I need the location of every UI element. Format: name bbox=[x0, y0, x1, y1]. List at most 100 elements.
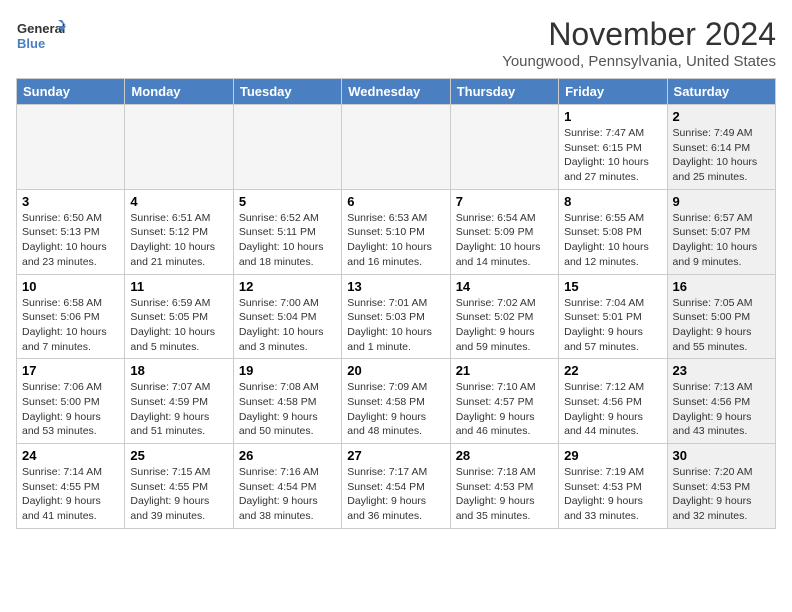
day-number: 9 bbox=[673, 194, 770, 209]
day-cell: 1 Sunrise: 7:47 AM Sunset: 6:15 PM Daylig… bbox=[559, 105, 667, 190]
day-cell: 17 Sunrise: 7:06 AM Sunset: 5:00 PM Dayli… bbox=[17, 359, 125, 444]
day-number: 18 bbox=[130, 363, 227, 378]
weekday-header: Sunday bbox=[17, 79, 125, 105]
day-number: 15 bbox=[564, 279, 661, 294]
day-number: 12 bbox=[239, 279, 336, 294]
day-info: Sunrise: 7:13 AM Sunset: 4:56 PM Dayligh… bbox=[673, 380, 770, 439]
day-cell: 23 Sunrise: 7:13 AM Sunset: 4:56 PM Dayli… bbox=[667, 359, 775, 444]
day-cell: 11 Sunrise: 6:59 AM Sunset: 5:05 PM Dayli… bbox=[125, 274, 233, 359]
day-cell: 21Sunrise: 7:10 AM Sunset: 4:57 PM Dayli… bbox=[450, 359, 558, 444]
day-cell: 29 Sunrise: 7:19 AM Sunset: 4:53 PM Dayli… bbox=[559, 444, 667, 529]
day-number: 26 bbox=[239, 448, 336, 463]
day-info: Sunrise: 7:02 AM Sunset: 5:02 PM Dayligh… bbox=[456, 296, 553, 355]
day-info: Sunrise: 7:07 AM Sunset: 4:59 PM Dayligh… bbox=[130, 380, 227, 439]
day-info: Sunrise: 6:54 AM Sunset: 5:09 PM Dayligh… bbox=[456, 211, 553, 270]
location-subtitle: Youngwood, Pennsylvania, United States bbox=[502, 53, 776, 70]
day-number: 28 bbox=[456, 448, 553, 463]
day-number: 19 bbox=[239, 363, 336, 378]
weekday-header: Friday bbox=[559, 79, 667, 105]
day-cell: 6 Sunrise: 6:53 AM Sunset: 5:10 PM Daylig… bbox=[342, 189, 450, 274]
calendar: SundayMondayTuesdayWednesdayThursdayFrid… bbox=[16, 78, 776, 529]
day-cell: 18 Sunrise: 7:07 AM Sunset: 4:59 PM Dayli… bbox=[125, 359, 233, 444]
day-info: Sunrise: 6:52 AM Sunset: 5:11 PM Dayligh… bbox=[239, 211, 336, 270]
day-cell: 9 Sunrise: 6:57 AM Sunset: 5:07 PM Daylig… bbox=[667, 189, 775, 274]
day-cell: 26 Sunrise: 7:16 AM Sunset: 4:54 PM Dayli… bbox=[233, 444, 341, 529]
day-number: 16 bbox=[673, 279, 770, 294]
day-number: 4 bbox=[130, 194, 227, 209]
weekday-header: Monday bbox=[125, 79, 233, 105]
empty-cell bbox=[450, 105, 558, 190]
day-number: 2 bbox=[673, 109, 770, 124]
day-number: 8 bbox=[564, 194, 661, 209]
day-number: 1 bbox=[564, 109, 661, 124]
day-info: Sunrise: 7:18 AM Sunset: 4:53 PM Dayligh… bbox=[456, 465, 553, 524]
logo-svg: General Blue bbox=[16, 16, 66, 60]
day-info: Sunrise: 7:00 AM Sunset: 5:04 PM Dayligh… bbox=[239, 296, 336, 355]
day-info: Sunrise: 7:49 AM Sunset: 6:14 PM Dayligh… bbox=[673, 126, 770, 185]
day-cell: 22Sunrise: 7:12 AM Sunset: 4:56 PM Dayli… bbox=[559, 359, 667, 444]
day-cell: 27 Sunrise: 7:17 AM Sunset: 4:54 PM Dayli… bbox=[342, 444, 450, 529]
day-cell: 8 Sunrise: 6:55 AM Sunset: 5:08 PM Daylig… bbox=[559, 189, 667, 274]
day-info: Sunrise: 7:47 AM Sunset: 6:15 PM Dayligh… bbox=[564, 126, 661, 185]
day-cell: 28 Sunrise: 7:18 AM Sunset: 4:53 PM Dayli… bbox=[450, 444, 558, 529]
day-cell: 14 Sunrise: 7:02 AM Sunset: 5:02 PM Dayli… bbox=[450, 274, 558, 359]
day-number: 5 bbox=[239, 194, 336, 209]
day-number: 27 bbox=[347, 448, 444, 463]
day-cell: 3 Sunrise: 6:50 AM Sunset: 5:13 PM Daylig… bbox=[17, 189, 125, 274]
day-info: Sunrise: 7:19 AM Sunset: 4:53 PM Dayligh… bbox=[564, 465, 661, 524]
day-cell: 2 Sunrise: 7:49 AM Sunset: 6:14 PM Daylig… bbox=[667, 105, 775, 190]
logo: General Blue bbox=[16, 16, 66, 60]
day-cell: 20Sunrise: 7:09 AM Sunset: 4:58 PM Dayli… bbox=[342, 359, 450, 444]
day-number: 13 bbox=[347, 279, 444, 294]
empty-cell bbox=[125, 105, 233, 190]
weekday-header: Wednesday bbox=[342, 79, 450, 105]
weekday-header: Saturday bbox=[667, 79, 775, 105]
svg-text:Blue: Blue bbox=[17, 36, 45, 51]
day-cell: 19 Sunrise: 7:08 AM Sunset: 4:58 PM Dayli… bbox=[233, 359, 341, 444]
day-info: Sunrise: 7:04 AM Sunset: 5:01 PM Dayligh… bbox=[564, 296, 661, 355]
day-cell: 16 Sunrise: 7:05 AM Sunset: 5:00 PM Dayli… bbox=[667, 274, 775, 359]
day-info: Sunrise: 7:08 AM Sunset: 4:58 PM Dayligh… bbox=[239, 380, 336, 439]
day-info: Sunrise: 7:17 AM Sunset: 4:54 PM Dayligh… bbox=[347, 465, 444, 524]
day-info: Sunrise: 6:59 AM Sunset: 5:05 PM Dayligh… bbox=[130, 296, 227, 355]
day-number: 21 bbox=[456, 363, 553, 378]
day-number: 24 bbox=[22, 448, 119, 463]
day-number: 29 bbox=[564, 448, 661, 463]
day-number: 20 bbox=[347, 363, 444, 378]
day-number: 25 bbox=[130, 448, 227, 463]
day-cell: 7 Sunrise: 6:54 AM Sunset: 5:09 PM Daylig… bbox=[450, 189, 558, 274]
weekday-header: Thursday bbox=[450, 79, 558, 105]
day-info: Sunrise: 7:15 AM Sunset: 4:55 PM Dayligh… bbox=[130, 465, 227, 524]
empty-cell bbox=[342, 105, 450, 190]
day-info: Sunrise: 6:55 AM Sunset: 5:08 PM Dayligh… bbox=[564, 211, 661, 270]
day-info: Sunrise: 7:06 AM Sunset: 5:00 PM Dayligh… bbox=[22, 380, 119, 439]
day-info: Sunrise: 7:20 AM Sunset: 4:53 PM Dayligh… bbox=[673, 465, 770, 524]
day-cell: 30Sunrise: 7:20 AM Sunset: 4:53 PM Dayli… bbox=[667, 444, 775, 529]
day-number: 6 bbox=[347, 194, 444, 209]
empty-cell bbox=[17, 105, 125, 190]
svg-text:General: General bbox=[17, 21, 65, 36]
day-info: Sunrise: 6:50 AM Sunset: 5:13 PM Dayligh… bbox=[22, 211, 119, 270]
day-info: Sunrise: 6:53 AM Sunset: 5:10 PM Dayligh… bbox=[347, 211, 444, 270]
day-number: 10 bbox=[22, 279, 119, 294]
day-number: 11 bbox=[130, 279, 227, 294]
day-cell: 15 Sunrise: 7:04 AM Sunset: 5:01 PM Dayli… bbox=[559, 274, 667, 359]
header: General Blue November 2024 Youngwood, Pe… bbox=[16, 16, 776, 70]
day-number: 7 bbox=[456, 194, 553, 209]
day-number: 14 bbox=[456, 279, 553, 294]
title-area: November 2024 Youngwood, Pennsylvania, U… bbox=[502, 16, 776, 70]
day-cell: 4Sunrise: 6:51 AM Sunset: 5:12 PM Daylig… bbox=[125, 189, 233, 274]
weekday-header: Tuesday bbox=[233, 79, 341, 105]
day-info: Sunrise: 7:01 AM Sunset: 5:03 PM Dayligh… bbox=[347, 296, 444, 355]
day-number: 17 bbox=[22, 363, 119, 378]
day-info: Sunrise: 7:16 AM Sunset: 4:54 PM Dayligh… bbox=[239, 465, 336, 524]
day-info: Sunrise: 6:57 AM Sunset: 5:07 PM Dayligh… bbox=[673, 211, 770, 270]
day-info: Sunrise: 7:14 AM Sunset: 4:55 PM Dayligh… bbox=[22, 465, 119, 524]
day-number: 23 bbox=[673, 363, 770, 378]
day-info: Sunrise: 7:05 AM Sunset: 5:00 PM Dayligh… bbox=[673, 296, 770, 355]
day-cell: 25 Sunrise: 7:15 AM Sunset: 4:55 PM Dayli… bbox=[125, 444, 233, 529]
day-cell: 13 Sunrise: 7:01 AM Sunset: 5:03 PM Dayli… bbox=[342, 274, 450, 359]
empty-cell bbox=[233, 105, 341, 190]
month-title: November 2024 bbox=[502, 16, 776, 53]
day-number: 3 bbox=[22, 194, 119, 209]
